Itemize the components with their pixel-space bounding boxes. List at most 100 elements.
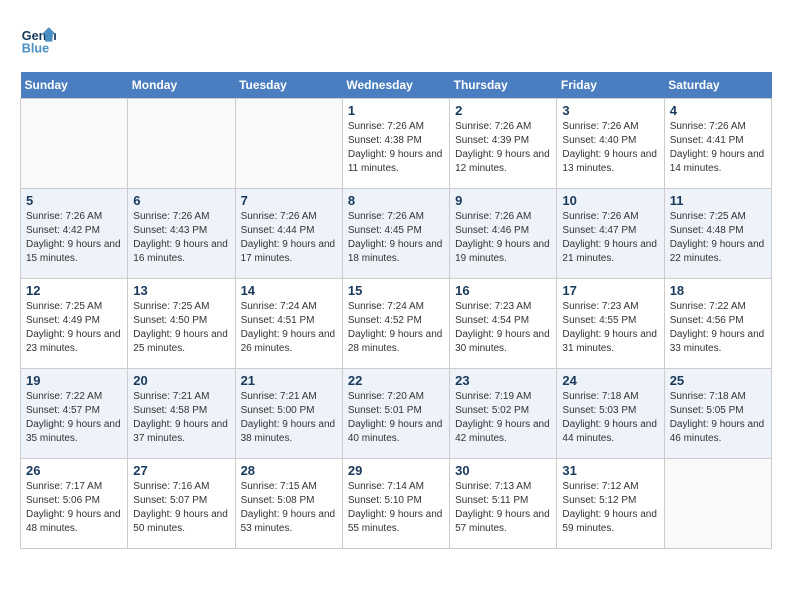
day-info: Sunrise: 7:25 AM Sunset: 4:49 PM Dayligh… [26,300,122,356]
calendar-week-1: 1Sunrise: 7:26 AM Sunset: 4:38 PM Daylig… [21,99,772,189]
weekday-header-monday: Monday [128,72,235,99]
calendar-cell: 17 Sunrise: 7:23 AM Sunset: 4:55 PM Dayli… [557,279,664,369]
day-number: 18 [670,283,766,298]
day-number: 15 [348,283,444,298]
weekday-header-tuesday: Tuesday [235,72,342,99]
day-info: Sunrise: 7:26 AM Sunset: 4:46 PM Dayligh… [455,210,551,266]
calendar-cell: 18 Sunrise: 7:22 AM Sunset: 4:56 PM Dayli… [664,279,771,369]
day-info: Sunrise: 7:18 AM Sunset: 5:03 PM Dayligh… [562,390,658,446]
day-info: Sunrise: 7:25 AM Sunset: 4:48 PM Dayligh… [670,210,766,266]
calendar-cell: 29 Sunrise: 7:14 AM Sunset: 5:10 PM Dayli… [342,459,449,549]
day-info: Sunrise: 7:24 AM Sunset: 4:51 PM Dayligh… [241,300,337,356]
calendar-cell: 4Sunrise: 7:26 AM Sunset: 4:41 PM Daylig… [664,99,771,189]
calendar-week-2: 5Sunrise: 7:26 AM Sunset: 4:42 PM Daylig… [21,189,772,279]
day-number: 7 [241,193,337,208]
day-number: 2 [455,103,551,118]
day-number: 17 [562,283,658,298]
calendar-cell: 20Sunrise: 7:21 AM Sunset: 4:58 PM Dayli… [128,369,235,459]
day-info: Sunrise: 7:16 AM Sunset: 5:07 PM Dayligh… [133,480,229,536]
calendar-cell: 31 Sunrise: 7:12 AM Sunset: 5:12 PM Dayli… [557,459,664,549]
day-number: 13 [133,283,229,298]
day-info: Sunrise: 7:17 AM Sunset: 5:06 PM Dayligh… [26,480,122,536]
day-info: Sunrise: 7:26 AM Sunset: 4:47 PM Dayligh… [562,210,658,266]
day-number: 5 [26,193,122,208]
day-number: 29 [348,463,444,478]
calendar-cell [664,459,771,549]
day-info: Sunrise: 7:20 AM Sunset: 5:01 PM Dayligh… [348,390,444,446]
day-number: 8 [348,193,444,208]
day-info: Sunrise: 7:26 AM Sunset: 4:40 PM Dayligh… [562,120,658,176]
calendar-week-5: 26Sunrise: 7:17 AM Sunset: 5:06 PM Dayli… [21,459,772,549]
day-info: Sunrise: 7:25 AM Sunset: 4:50 PM Dayligh… [133,300,229,356]
day-number: 22 [348,373,444,388]
day-number: 10 [562,193,658,208]
logo: General Blue [20,20,60,56]
calendar-cell: 23 Sunrise: 7:19 AM Sunset: 5:02 PM Dayli… [450,369,557,459]
day-number: 1 [348,103,444,118]
calendar-cell: 2 Sunrise: 7:26 AM Sunset: 4:39 PM Daylig… [450,99,557,189]
day-number: 12 [26,283,122,298]
calendar-cell: 28Sunrise: 7:15 AM Sunset: 5:08 PM Dayli… [235,459,342,549]
svg-text:Blue: Blue [22,41,49,55]
weekday-header-wednesday: Wednesday [342,72,449,99]
calendar-cell: 12 Sunrise: 7:25 AM Sunset: 4:49 PM Dayli… [21,279,128,369]
calendar-cell: 22 Sunrise: 7:20 AM Sunset: 5:01 PM Dayli… [342,369,449,459]
day-info: Sunrise: 7:26 AM Sunset: 4:43 PM Dayligh… [133,210,229,266]
day-info: Sunrise: 7:26 AM Sunset: 4:45 PM Dayligh… [348,210,444,266]
calendar-cell: 16 Sunrise: 7:23 AM Sunset: 4:54 PM Dayli… [450,279,557,369]
weekday-header-friday: Friday [557,72,664,99]
calendar-cell [235,99,342,189]
day-info: Sunrise: 7:18 AM Sunset: 5:05 PM Dayligh… [670,390,766,446]
weekday-header-sunday: Sunday [21,72,128,99]
day-number: 30 [455,463,551,478]
day-number: 6 [133,193,229,208]
calendar-cell: 14 Sunrise: 7:24 AM Sunset: 4:51 PM Dayli… [235,279,342,369]
calendar-cell: 5Sunrise: 7:26 AM Sunset: 4:42 PM Daylig… [21,189,128,279]
calendar-cell: 9Sunrise: 7:26 AM Sunset: 4:46 PM Daylig… [450,189,557,279]
calendar-cell: 30Sunrise: 7:13 AM Sunset: 5:11 PM Dayli… [450,459,557,549]
weekday-header-thursday: Thursday [450,72,557,99]
calendar-cell: 11 Sunrise: 7:25 AM Sunset: 4:48 PM Dayli… [664,189,771,279]
day-info: Sunrise: 7:15 AM Sunset: 5:08 PM Dayligh… [241,480,337,536]
calendar-cell: 6 Sunrise: 7:26 AM Sunset: 4:43 PM Daylig… [128,189,235,279]
calendar-header: SundayMondayTuesdayWednesdayThursdayFrid… [21,72,772,99]
day-number: 20 [133,373,229,388]
day-number: 16 [455,283,551,298]
calendar-table: SundayMondayTuesdayWednesdayThursdayFrid… [20,72,772,549]
calendar-cell: 21 Sunrise: 7:21 AM Sunset: 5:00 PM Dayli… [235,369,342,459]
day-info: Sunrise: 7:12 AM Sunset: 5:12 PM Dayligh… [562,480,658,536]
day-number: 24 [562,373,658,388]
day-info: Sunrise: 7:26 AM Sunset: 4:39 PM Dayligh… [455,120,551,176]
day-info: Sunrise: 7:21 AM Sunset: 5:00 PM Dayligh… [241,390,337,446]
day-number: 14 [241,283,337,298]
page-header: General Blue [20,20,772,56]
day-number: 3 [562,103,658,118]
day-info: Sunrise: 7:22 AM Sunset: 4:56 PM Dayligh… [670,300,766,356]
day-number: 21 [241,373,337,388]
day-number: 25 [670,373,766,388]
day-number: 11 [670,193,766,208]
calendar-cell: 24 Sunrise: 7:18 AM Sunset: 5:03 PM Dayli… [557,369,664,459]
calendar-cell: 27 Sunrise: 7:16 AM Sunset: 5:07 PM Dayli… [128,459,235,549]
day-info: Sunrise: 7:23 AM Sunset: 4:54 PM Dayligh… [455,300,551,356]
calendar-cell: 15Sunrise: 7:24 AM Sunset: 4:52 PM Dayli… [342,279,449,369]
day-number: 23 [455,373,551,388]
calendar-cell [128,99,235,189]
calendar-week-4: 19Sunrise: 7:22 AM Sunset: 4:57 PM Dayli… [21,369,772,459]
day-info: Sunrise: 7:14 AM Sunset: 5:10 PM Dayligh… [348,480,444,536]
weekday-header-saturday: Saturday [664,72,771,99]
calendar-cell: 25 Sunrise: 7:18 AM Sunset: 5:05 PM Dayli… [664,369,771,459]
day-number: 31 [562,463,658,478]
calendar-cell: 8 Sunrise: 7:26 AM Sunset: 4:45 PM Daylig… [342,189,449,279]
day-info: Sunrise: 7:26 AM Sunset: 4:41 PM Dayligh… [670,120,766,176]
calendar-cell: 26Sunrise: 7:17 AM Sunset: 5:06 PM Dayli… [21,459,128,549]
day-info: Sunrise: 7:23 AM Sunset: 4:55 PM Dayligh… [562,300,658,356]
calendar-cell [21,99,128,189]
calendar-week-3: 12 Sunrise: 7:25 AM Sunset: 4:49 PM Dayli… [21,279,772,369]
day-number: 27 [133,463,229,478]
calendar-cell: 7Sunrise: 7:26 AM Sunset: 4:44 PM Daylig… [235,189,342,279]
calendar-cell: 10 Sunrise: 7:26 AM Sunset: 4:47 PM Dayli… [557,189,664,279]
calendar-cell: 3 Sunrise: 7:26 AM Sunset: 4:40 PM Daylig… [557,99,664,189]
day-number: 19 [26,373,122,388]
day-info: Sunrise: 7:19 AM Sunset: 5:02 PM Dayligh… [455,390,551,446]
